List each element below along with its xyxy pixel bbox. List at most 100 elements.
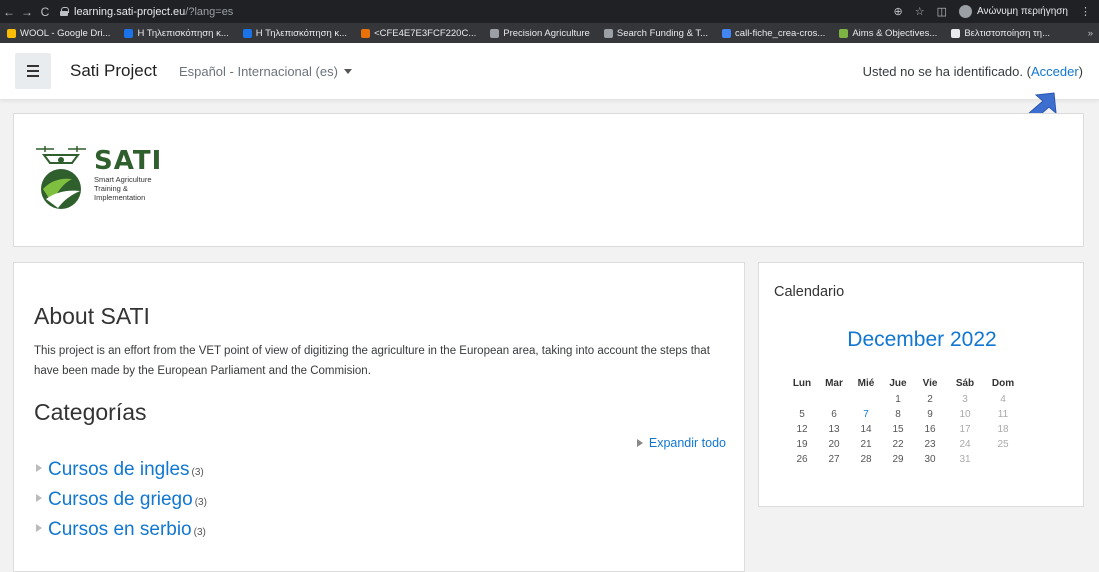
bookmarks-more-icon[interactable]: » — [1088, 28, 1099, 39]
calendar-week-row: 12 13 14 15 16 17 18 — [786, 422, 1022, 437]
bookmark-favicon-icon — [490, 28, 500, 38]
bookmark-label: Precision Agriculture — [503, 27, 590, 39]
zoom-icon[interactable]: ⊕ — [894, 5, 903, 18]
menu-icon[interactable]: ⋮ — [1080, 5, 1091, 18]
calendar-day: 23 — [924, 439, 936, 450]
calendar-day: 9 — [927, 409, 933, 420]
calendar-day: 12 — [796, 424, 808, 435]
bookmarks-bar: WOOL - Google Dri... Η Τηλεπισκόπηση κ...… — [0, 23, 1099, 43]
bookmark-item[interactable]: call-fiche_crea-cros... — [715, 28, 832, 39]
calendar-week-row: 5 6 7 8 9 10 11 — [786, 407, 1022, 422]
bookmark-item[interactable]: Η Τηλεπισκόπηση κ... — [117, 28, 235, 39]
bookmark-favicon-icon — [242, 28, 252, 38]
back-icon[interactable]: ← — [0, 5, 18, 19]
calendar-header-row: Lun Mar Mié Jue Vie Sáb Dom — [786, 374, 1022, 392]
calendar-week-row: 19 20 21 22 23 24 25 — [786, 437, 1022, 452]
bookmark-item[interactable]: Aims & Objectives... — [832, 28, 944, 39]
calendar-day: 13 — [828, 424, 840, 435]
calendar-day: 6 — [831, 409, 837, 420]
bookmark-item[interactable]: WOOL - Google Dri... — [0, 28, 117, 39]
logo-line-2: Training & — [94, 184, 128, 193]
calendar-day: 17 — [959, 424, 971, 435]
category-count: (3) — [193, 527, 206, 538]
calendar-day-header: Jue — [889, 377, 907, 389]
bookmark-label: call-fiche_crea-cros... — [735, 27, 826, 39]
url-path: /?lang=es — [185, 5, 234, 18]
bookmark-label: Aims & Objectives... — [852, 27, 938, 39]
calendar-day: 11 — [997, 409, 1009, 420]
browser-toolbar: ← → C learning.sati-project.eu/?lang=es … — [0, 0, 1099, 23]
bookmark-favicon-icon — [722, 28, 732, 38]
expand-triangle-icon — [636, 439, 643, 447]
bookmark-item[interactable]: Η Τηλεπισκόπηση κ... — [236, 28, 354, 39]
star-icon[interactable]: ☆ — [915, 5, 925, 18]
bookmark-label: WOOL - Google Dri... — [20, 27, 111, 39]
category-item[interactable]: Cursos de griego (3) — [36, 489, 207, 519]
calendar-day[interactable]: 7 — [850, 407, 882, 422]
calendar-day: 5 — [799, 409, 805, 420]
calendar-day-header: Mar — [825, 377, 843, 389]
tab-search-icon[interactable]: ◫ — [937, 5, 947, 18]
calendar-day-header: Sáb — [955, 377, 975, 389]
category-link[interactable]: Cursos de griego — [48, 489, 193, 511]
calendar-card: Calendario December 2022 Lun Mar Mié Jue Vie… — [758, 262, 1084, 507]
category-expand-icon[interactable] — [36, 494, 42, 502]
bookmark-favicon-icon — [7, 28, 16, 38]
bookmark-label: Η Τηλεπισκόπηση κ... — [137, 27, 229, 39]
category-expand-icon[interactable] — [36, 464, 42, 472]
calendar-day: 8 — [895, 409, 901, 420]
calendar-day: 28 — [860, 454, 872, 465]
reload-icon[interactable]: C — [36, 5, 54, 19]
hamburger-line — [27, 65, 39, 67]
main-content-card: About SATI This project is an effort fro… — [13, 262, 745, 572]
calendar-day: 20 — [828, 439, 840, 450]
caret-down-icon — [343, 68, 352, 74]
category-count: (3) — [191, 467, 204, 478]
hamburger-line — [27, 75, 39, 77]
category-item[interactable]: Cursos de ingles (3) — [36, 459, 207, 489]
forward-icon[interactable]: → — [18, 5, 36, 19]
language-selector[interactable]: Español - Internacional (es) — [179, 64, 352, 79]
bookmark-item[interactable]: Βελτιστοποίηση τη... — [944, 28, 1057, 39]
calendar-week-row: 1 2 3 4 — [786, 392, 1022, 407]
site-navbar: Sati Project Español - Internacional (es… — [0, 43, 1099, 100]
sati-logo[interactable]: SATI Smart Agriculture Training & Implem… — [32, 139, 192, 219]
calendar-month-link[interactable]: December 2022 — [759, 328, 1085, 352]
category-expand-icon[interactable] — [36, 524, 42, 532]
profile-button[interactable]: Ανώνυμη περιήγηση — [959, 5, 1068, 18]
calendar-day: 10 — [959, 409, 971, 420]
expand-all-label: Expandir todo — [648, 436, 726, 450]
calendar-day: 19 — [796, 439, 808, 450]
calendar-day: 21 — [860, 439, 872, 450]
bookmark-label: Η Τηλεπισκόπηση κ... — [255, 27, 348, 39]
hamburger-line — [27, 70, 39, 72]
hamburger-menu-button[interactable] — [15, 53, 51, 89]
lock-icon[interactable] — [60, 7, 69, 16]
bookmark-item[interactable]: Precision Agriculture — [483, 28, 597, 39]
category-item[interactable]: Cursos en serbio (3) — [36, 519, 207, 549]
category-link[interactable]: Cursos en serbio — [48, 519, 192, 541]
bookmark-item[interactable]: Search Funding & T... — [597, 28, 715, 39]
calendar-day: 27 — [828, 454, 840, 465]
address-bar[interactable]: learning.sati-project.eu/?lang=es — [60, 6, 233, 18]
calendar-day: 15 — [892, 424, 904, 435]
login-text: Usted no se ha identificado. ( — [862, 63, 1031, 79]
incognito-icon — [959, 5, 972, 18]
login-link[interactable]: Acceder — [1031, 64, 1079, 79]
logo-title: SATI — [94, 146, 163, 176]
bookmark-item[interactable]: <CFE4E7E3FCF220C... — [354, 28, 483, 39]
calendar-day — [850, 392, 882, 407]
bookmark-favicon-icon — [603, 28, 613, 38]
expand-all-link[interactable]: Expandir todo — [636, 436, 726, 450]
logo-wordmark: SATI Smart Agriculture Training & Implem… — [94, 147, 162, 202]
url-host: learning.sati-project.eu — [74, 5, 186, 18]
calendar-day-header: Mié — [857, 377, 875, 389]
bookmark-favicon-icon — [951, 28, 961, 38]
calendar-day: 4 — [1000, 394, 1006, 405]
calendar-day: 29 — [892, 454, 904, 465]
calendar-day — [786, 392, 818, 407]
site-brand[interactable]: Sati Project — [70, 61, 157, 81]
language-label: Español - Internacional (es) — [178, 63, 338, 79]
category-link[interactable]: Cursos de ingles — [48, 459, 190, 481]
calendar-day: 31 — [959, 454, 971, 465]
